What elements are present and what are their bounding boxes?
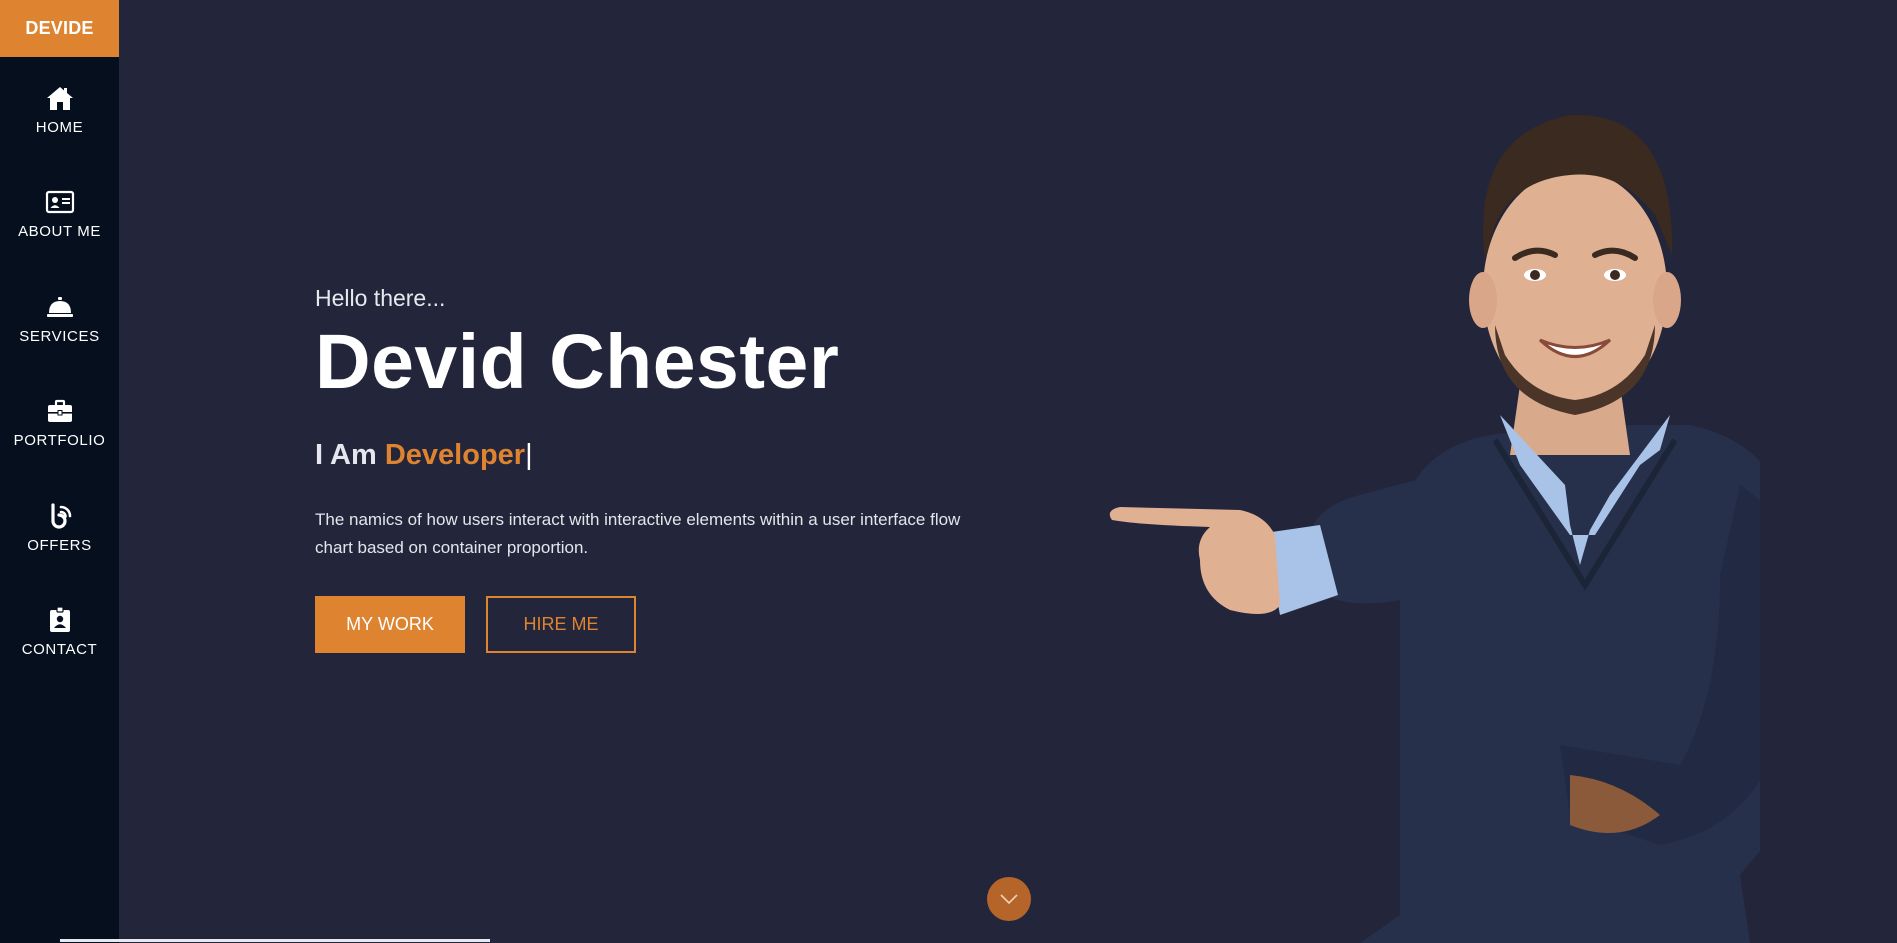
role-highlight: Developer [384, 439, 526, 471]
nav-label-portfolio: PORTFOLIO [13, 432, 106, 450]
hero-greeting: Hello there... [315, 285, 446, 311]
my-work-button[interactable]: MY WORK [315, 596, 465, 653]
id-badge-icon [49, 606, 70, 633]
hero-role: I Am Developer| [315, 439, 995, 472]
hero-section: Hello there... Devid Chester I Am Develo… [315, 285, 995, 653]
nav-label-services: SERVICES [19, 327, 100, 345]
typing-cursor: | [525, 439, 533, 471]
briefcase-icon [47, 400, 72, 423]
nav-label-offers: OFFERS [27, 536, 92, 554]
nav-label-contact: CONTACT [21, 641, 98, 659]
scrollbar-track[interactable] [60, 939, 490, 942]
scroll-down-button[interactable] [987, 877, 1031, 921]
hero-buttons: MY WORK HIRE ME [315, 596, 995, 653]
hire-me-button[interactable]: HIRE ME [486, 596, 636, 653]
brand-logo[interactable]: DEVIDE [0, 0, 119, 57]
home-icon [46, 86, 73, 110]
nav-label-home: HOME [35, 118, 84, 136]
service-bell-icon [46, 296, 73, 317]
nav-item-portfolio[interactable]: PORTFOLIO [0, 371, 119, 476]
hero-person-image [1100, 55, 1808, 943]
sidebar: DEVIDE HOME ABOUT ME SERVICES PORTFOLIO … [0, 0, 119, 943]
hero-description: The namics of how users interact with in… [315, 510, 961, 557]
hero-name: Devid Chester [315, 319, 840, 405]
chevron-down-icon [1000, 894, 1018, 905]
blog-icon [50, 503, 71, 529]
id-card-icon [45, 191, 74, 214]
nav-item-services[interactable]: SERVICES [0, 266, 119, 371]
nav-label-about-me: ABOUT ME [18, 223, 101, 241]
nav-item-home[interactable]: HOME [0, 57, 119, 162]
nav-item-about-me[interactable]: ABOUT ME [0, 162, 119, 267]
role-prefix: I Am [315, 439, 377, 471]
nav-item-contact[interactable]: CONTACT [0, 580, 119, 685]
nav-item-offers[interactable]: OFFERS [0, 475, 119, 580]
